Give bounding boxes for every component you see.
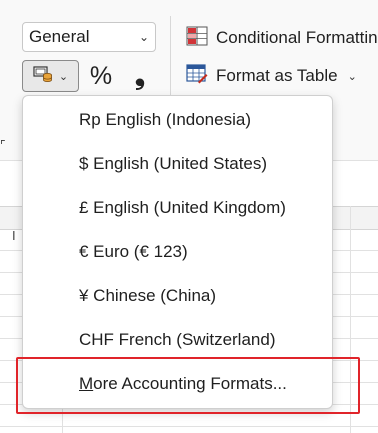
format-as-table-label: Format as Table [216,66,338,85]
grid-line [0,426,378,427]
menu-item-euro[interactable]: € Euro (€ 123) [23,230,332,274]
conditional-formatting-icon [186,26,208,51]
ribbon-group-edge-mark: ⌜ [0,138,6,152]
chevron-down-icon: ⌄ [58,70,69,83]
conditional-formatting-button[interactable]: Conditional Formatting [186,24,378,52]
chevron-down-icon: ⌄ [138,30,149,44]
menu-item-china[interactable]: ¥ Chinese (China) [23,274,332,318]
accounting-number-format-icon [33,65,53,88]
menu-item-united-states[interactable]: $ English (United States) [23,142,332,186]
number-format-dropdown[interactable]: General ⌄ [22,22,156,52]
percent-style-button[interactable]: % [88,60,114,92]
comma-style-button[interactable]: ❟ [128,60,152,92]
accounting-number-format-button[interactable]: ⌄ [22,60,79,92]
highlight-annotation-box [16,357,360,414]
menu-item-indonesia[interactable]: Rp English (Indonesia) [23,98,332,142]
format-as-table-button[interactable]: Format as Table ⌄ [186,62,378,90]
menu-item-switzerland[interactable]: CHF French (Switzerland) [23,318,332,362]
conditional-formatting-label: Conditional Formatting [216,28,378,47]
format-as-table-icon [186,63,208,89]
column-header-mark: I [12,228,16,243]
menu-item-united-kingdom[interactable]: £ English (United Kingdom) [23,186,332,230]
number-format-value: General [29,27,90,46]
chevron-down-icon: ⌄ [347,70,357,83]
